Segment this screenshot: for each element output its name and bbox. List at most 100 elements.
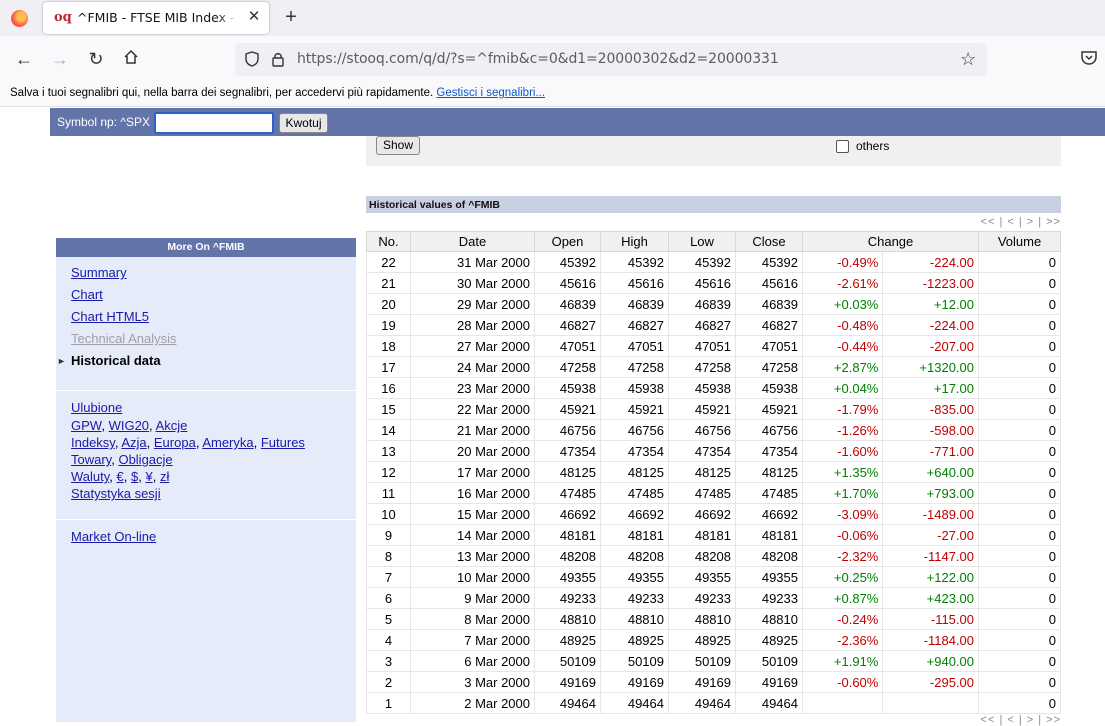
others-checkbox[interactable]	[836, 140, 849, 153]
table-row: 10 15 Mar 2000 46692 46692 46692 46692 -3.09% -…	[366, 503, 1061, 525]
browser-tab[interactable]: oq ^FMIB - FTSE MIB Index - Italy - Stoo…	[43, 2, 269, 34]
cell-date: 2 Mar 2000	[410, 692, 535, 714]
symbol-input[interactable]	[154, 112, 274, 134]
reload-icon[interactable]: ↻	[84, 47, 108, 71]
cell-date: 6 Mar 2000	[410, 650, 535, 672]
zloty-link[interactable]: zł	[160, 469, 169, 484]
cell-low: 49464	[668, 692, 736, 714]
euro-link[interactable]: €	[117, 469, 124, 484]
url-text[interactable]: https://stooq.com/q/d/?s=^fmib&c=0&d1=20…	[297, 51, 779, 67]
col-date[interactable]: Date	[410, 231, 535, 252]
cell-date: 8 Mar 2000	[410, 608, 535, 630]
cell-low: 46827	[668, 314, 736, 336]
symbol-label: Symbol np: ^SPX	[57, 115, 151, 129]
lock-icon[interactable]	[271, 51, 285, 67]
show-button[interactable]: Show	[376, 136, 420, 155]
sidebar-markets: Ulubione GPW, WIG20, Akcje Indeksy, Azja…	[71, 400, 305, 501]
europa-link[interactable]: Europa	[154, 435, 196, 450]
bookmark-star-icon[interactable]: ☆	[960, 49, 976, 69]
pager-bottom[interactable]: << | < | > | >>	[981, 714, 1061, 726]
table-row: 9 14 Mar 2000 48181 48181 48181 48181 -0.06% -2…	[366, 524, 1061, 546]
cell-volume: 0	[978, 671, 1061, 693]
col-open[interactable]: Open	[534, 231, 601, 252]
gpw-link[interactable]: GPW	[71, 418, 101, 433]
cell-change-pct: -0.44%	[801, 335, 884, 357]
cell-no: 3	[366, 650, 411, 672]
cell-high: 49169	[600, 671, 669, 693]
cell-date: 24 Mar 2000	[410, 356, 535, 378]
table-row: 7 10 Mar 2000 49355 49355 49355 49355 +0.25% +1…	[366, 566, 1061, 588]
col-close[interactable]: Close	[735, 231, 803, 252]
wig20-link[interactable]: WIG20	[109, 418, 149, 433]
col-volume[interactable]: Volume	[978, 231, 1061, 252]
cell-close: 47051	[735, 335, 803, 357]
forward-icon[interactable]: →	[48, 47, 72, 71]
market-online-link[interactable]: Market On-line	[71, 528, 356, 545]
cell-date: 15 Mar 2000	[410, 503, 535, 525]
table-row: 21 30 Mar 2000 45616 45616 45616 45616 -2.61% -…	[366, 272, 1061, 294]
col-high[interactable]: High	[600, 231, 669, 252]
divider	[56, 519, 356, 520]
cell-high: 46827	[600, 314, 669, 336]
cell-date: 13 Mar 2000	[410, 545, 535, 567]
cell-low: 49169	[668, 671, 736, 693]
back-icon[interactable]: ←	[12, 47, 36, 71]
cell-change-abs: -224.00	[882, 314, 979, 336]
cell-close: 46692	[735, 503, 803, 525]
cell-change-abs: -207.00	[882, 335, 979, 357]
cell-open: 47354	[534, 440, 601, 462]
futures-link[interactable]: Futures	[261, 435, 305, 450]
cell-low: 48125	[668, 461, 736, 483]
firefox-icon[interactable]	[11, 10, 28, 27]
new-tab-icon[interactable]: +	[281, 6, 301, 28]
col-no[interactable]: No.	[366, 231, 411, 252]
manage-bookmarks-link[interactable]: Gestisci i segnalibri...	[436, 87, 545, 99]
cell-close: 49169	[735, 671, 803, 693]
dollar-link[interactable]: $	[131, 469, 138, 484]
statystyka-link[interactable]: Statystyka sesji	[71, 486, 161, 501]
close-tab-icon[interactable]: ✕	[245, 8, 263, 26]
cell-date: 14 Mar 2000	[410, 524, 535, 546]
towary-link[interactable]: Towary	[71, 452, 111, 467]
cell-volume: 0	[978, 335, 1061, 357]
cell-low: 48208	[668, 545, 736, 567]
col-change[interactable]: Change	[802, 231, 979, 252]
shield-icon[interactable]	[245, 51, 259, 67]
home-icon[interactable]	[119, 47, 143, 71]
cell-date: 20 Mar 2000	[410, 440, 535, 462]
kwotuj-button[interactable]: Kwotuj	[279, 113, 328, 133]
bookmarks-bar: Salva i tuoi segnalibri qui, nella barra…	[0, 83, 1105, 107]
indeksy-link[interactable]: Indeksy	[71, 435, 115, 450]
cell-open: 47485	[534, 482, 601, 504]
cell-low: 46692	[668, 503, 736, 525]
cell-volume: 0	[978, 545, 1061, 567]
sidebar-item-summary[interactable]: Summary	[71, 262, 356, 284]
obligacje-link[interactable]: Obligacje	[118, 452, 172, 467]
yen-link[interactable]: ¥	[145, 469, 152, 484]
ulubione-link[interactable]: Ulubione	[71, 400, 122, 415]
akcje-link[interactable]: Akcje	[156, 418, 188, 433]
cell-close: 50109	[735, 650, 803, 672]
address-bar[interactable]: https://stooq.com/q/d/?s=^fmib&c=0&d1=20…	[235, 43, 987, 76]
azja-link[interactable]: Azja	[121, 435, 146, 450]
waluty-link[interactable]: Waluty	[71, 469, 109, 484]
ameryka-link[interactable]: Ameryka	[202, 435, 253, 450]
sidebar-item-chart[interactable]: Chart	[71, 284, 356, 306]
cell-date: 22 Mar 2000	[410, 398, 535, 420]
pager-top[interactable]: << | < | > | >>	[981, 216, 1061, 228]
cell-low: 49355	[668, 566, 736, 588]
cell-no: 2	[366, 671, 411, 693]
cell-change-abs: +423.00	[882, 587, 979, 609]
cell-low: 45616	[668, 272, 736, 294]
others-label: others	[856, 139, 890, 153]
col-low[interactable]: Low	[668, 231, 736, 252]
cell-change-pct: -0.48%	[801, 314, 884, 336]
cell-high: 48208	[600, 545, 669, 567]
cell-low: 48925	[668, 629, 736, 651]
cell-volume: 0	[978, 692, 1061, 714]
sidebar-item-technical-analysis: Technical Analysis	[71, 331, 177, 346]
cell-change-abs: -598.00	[882, 419, 979, 441]
sidebar-item-chart-html5[interactable]: Chart HTML5	[71, 306, 356, 328]
cell-change-pct: +1.70%	[801, 482, 884, 504]
pocket-icon[interactable]	[1080, 49, 1098, 67]
